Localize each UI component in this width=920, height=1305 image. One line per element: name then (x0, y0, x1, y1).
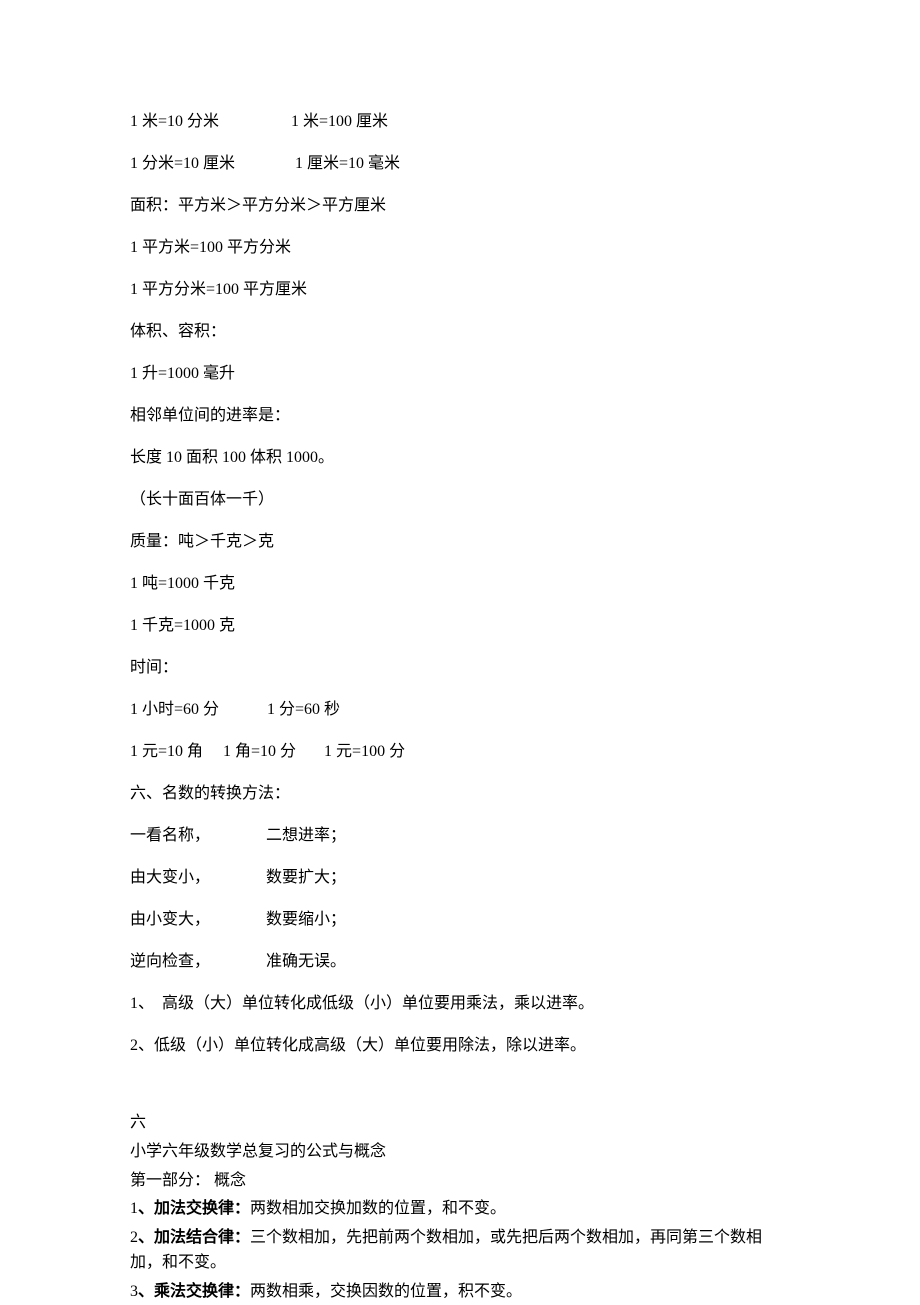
text-line: 1 米=10 分米 1 米=100 厘米 (130, 110, 790, 134)
concept-line: 3、乘法交换律：两数相乘，交换因数的位置，积不变。 (130, 1280, 790, 1305)
section-spacer (130, 1076, 790, 1111)
text-line: 2、低级（小）单位转化成高级（大）单位要用除法，除以进率。 (130, 1034, 790, 1058)
concept-text: 两数相乘，交换因数的位置，积不变。 (250, 1283, 522, 1300)
concept-number: 1 (130, 1200, 138, 1217)
concept-number: 3 (130, 1283, 138, 1300)
text-line: 六、名数的转换方法： (130, 782, 790, 806)
text-line: 逆向检查， 准确无误。 (130, 950, 790, 974)
text-line: 相邻单位间的进率是： (130, 404, 790, 428)
text-line: 面积：平方米＞平方分米＞平方厘米 (130, 194, 790, 218)
text-line: 由小变大， 数要缩小； (130, 908, 790, 932)
concept-label: 、加法交换律： (138, 1200, 250, 1217)
text-line: 1 吨=1000 千克 (130, 572, 790, 596)
document-body: 1 米=10 分米 1 米=100 厘米 1 分米=10 厘米 1 厘米=10 … (130, 110, 790, 1305)
section-title: 小学六年级数学总复习的公式与概念 (130, 1140, 790, 1165)
text-line: 1 升=1000 毫升 (130, 362, 790, 386)
text-line: 由大变小， 数要扩大； (130, 866, 790, 890)
text-line: 1 平方米=100 平方分米 (130, 236, 790, 260)
text-line: 体积、容积： (130, 320, 790, 344)
concept-label: 、乘法交换律： (138, 1283, 250, 1300)
concept-label: 、加法结合律： (138, 1229, 250, 1246)
text-line: 1 千克=1000 克 (130, 614, 790, 638)
text-line: 1 分米=10 厘米 1 厘米=10 毫米 (130, 152, 790, 176)
section-subtitle: 第一部分： 概念 (130, 1169, 790, 1194)
text-line: 一看名称， 二想进率； (130, 824, 790, 848)
text-line: （长十面百体一千） (130, 488, 790, 512)
concept-line: 2、加法结合律：三个数相加，先把前两个数相加，或先把后两个数相加，再同第三个数相… (130, 1226, 790, 1276)
text-line: 1 小时=60 分 1 分=60 秒 (130, 698, 790, 722)
section-number: 六 (130, 1111, 790, 1136)
concept-line: 1、加法交换律：两数相加交换加数的位置，和不变。 (130, 1197, 790, 1222)
text-line: 1、 高级（大）单位转化成低级（小）单位要用乘法，乘以进率。 (130, 992, 790, 1016)
concept-number: 2 (130, 1229, 138, 1246)
text-line: 长度 10 面积 100 体积 1000。 (130, 446, 790, 470)
text-line: 时间： (130, 656, 790, 680)
text-line: 1 元=10 角 1 角=10 分 1 元=100 分 (130, 740, 790, 764)
text-line: 1 平方分米=100 平方厘米 (130, 278, 790, 302)
text-line: 质量：吨＞千克＞克 (130, 530, 790, 554)
concept-text: 两数相加交换加数的位置，和不变。 (250, 1200, 506, 1217)
